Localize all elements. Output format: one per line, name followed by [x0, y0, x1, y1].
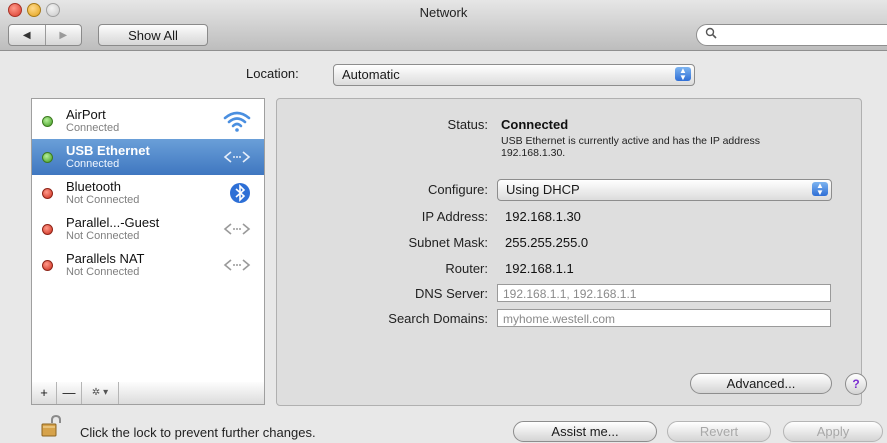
configure-value: Using DHCP [506, 182, 580, 197]
status-dot-icon [42, 188, 53, 199]
lock-icon[interactable] [40, 414, 64, 438]
bluetooth-icon [222, 181, 252, 205]
assist-me-button[interactable]: Assist me... [513, 421, 657, 442]
service-item-bluetooth[interactable]: Bluetooth Not Connected [32, 175, 264, 211]
ip-address-label: IP Address: [421, 209, 488, 224]
configure-popup[interactable]: Using DHCP ▲ ▼ [497, 179, 832, 201]
status-dot-icon [42, 224, 53, 235]
show-all-button[interactable]: Show All [98, 24, 208, 46]
service-list-toolbar: + — ✲ ▾ [31, 382, 265, 405]
back-icon[interactable]: ◀ [9, 25, 46, 45]
service-item-usb-ethernet[interactable]: USB Ethernet Connected [32, 139, 264, 175]
service-item-parallels-guest[interactable]: Parallel...-Guest Not Connected [32, 211, 264, 247]
status-dot-icon [42, 152, 53, 163]
remove-service-button[interactable]: — [57, 382, 82, 404]
service-item-airport[interactable]: AirPort Connected [32, 103, 264, 139]
forward-icon[interactable]: ▶ [46, 25, 82, 45]
service-status: Not Connected [66, 266, 140, 278]
add-service-button[interactable]: + [32, 382, 57, 404]
service-status: Connected [66, 158, 120, 170]
subnet-mask-label: Subnet Mask: [408, 235, 489, 250]
apply-button[interactable]: Apply [783, 421, 883, 442]
gear-icon[interactable]: ✲ ▾ [82, 382, 119, 404]
help-button[interactable]: ? [845, 373, 867, 395]
service-status: Connected [66, 122, 120, 134]
ethernet-arrows-icon [222, 145, 252, 169]
revert-button[interactable]: Revert [667, 421, 771, 442]
location-value: Automatic [342, 67, 400, 82]
ethernet-arrows-icon [222, 253, 252, 277]
magnifier-icon [705, 27, 717, 42]
service-name: AirPort [66, 107, 106, 122]
ip-address-value: 192.168.1.30 [505, 209, 581, 224]
network-service-list: AirPort Connected USB Ethernet Connected… [31, 98, 265, 383]
status-value: Connected [501, 117, 569, 132]
service-status: Not Connected [66, 194, 140, 206]
router-label: Router: [445, 261, 488, 276]
status-dot-icon [42, 116, 53, 127]
status-dot-icon [42, 260, 53, 271]
service-status: Not Connected [66, 230, 140, 242]
search-domains-field[interactable]: myhome.westell.com [497, 309, 831, 327]
ethernet-arrows-icon [222, 217, 252, 241]
lock-message: Click the lock to prevent further change… [80, 425, 316, 440]
status-label: Status: [447, 117, 488, 132]
popup-arrows-icon: ▲ ▼ [812, 182, 828, 197]
service-name: Bluetooth [66, 179, 121, 194]
dns-server-label: DNS Server: [415, 286, 488, 301]
service-name: USB Ethernet [66, 143, 150, 158]
back-forward-control: ◀ ▶ [8, 24, 82, 46]
service-name: Parallel...-Guest [66, 215, 160, 230]
subnet-mask-value: 255.255.255.0 [505, 235, 589, 250]
location-label: Location: [246, 66, 299, 81]
popup-arrows-icon: ▲ ▼ [675, 67, 691, 82]
search-field[interactable] [696, 24, 887, 46]
service-name: Parallels NAT [66, 251, 145, 266]
service-item-parallels-nat[interactable]: Parallels NAT Not Connected [32, 247, 264, 283]
wifi-icon [222, 109, 252, 133]
router-value: 192.168.1.1 [505, 261, 574, 276]
status-description: USB Ethernet is currently active and has… [501, 135, 760, 159]
search-domains-label: Search Domains: [388, 311, 488, 326]
location-popup[interactable]: Automatic ▲ ▼ [333, 64, 695, 86]
window-title: Network [419, 5, 468, 20]
dns-server-field[interactable]: 192.168.1.1, 192.168.1.1 [497, 284, 831, 302]
configure-label: Configure: [428, 182, 488, 197]
advanced-button[interactable]: Advanced... [690, 373, 832, 394]
window-toolbar: Network ◀ ▶ Show All [0, 0, 887, 51]
